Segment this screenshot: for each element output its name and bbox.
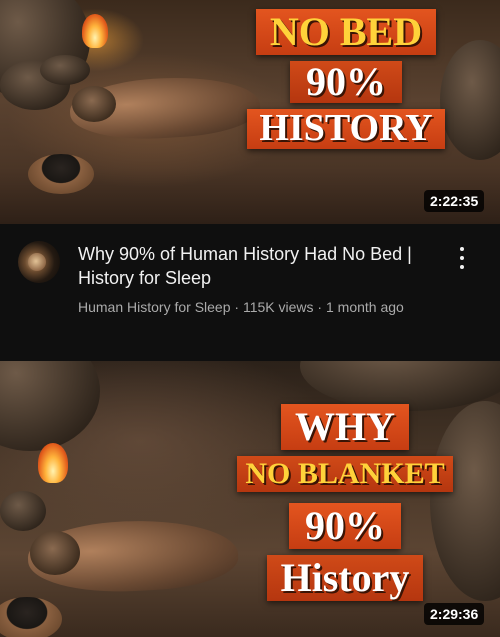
- thumbnail-line-2: 90%: [290, 61, 402, 103]
- duration-badge: 2:29:36: [424, 603, 485, 625]
- video-thumbnail[interactable]: WHY NO BLANKET 90% History 2:29:36: [0, 361, 500, 637]
- thumbnail-line-3: 90%: [289, 502, 401, 549]
- video-metadata: Human History for Sleep · 115K views · 1…: [78, 299, 404, 315]
- thumbnail-text: HISTORY: [259, 107, 433, 149]
- thumbnail-text: NO BLANKET: [245, 457, 445, 490]
- video-title[interactable]: Why 90% of Human History Had No Bed | Hi…: [78, 242, 438, 290]
- separator: ·: [317, 299, 323, 315]
- video-thumbnail[interactable]: NO BED 90% HISTORY 2:22:35: [0, 0, 500, 224]
- avatar-image: [28, 253, 46, 271]
- duration-badge: 2:22:35: [424, 190, 485, 212]
- thumbnail-text: NO BED: [269, 9, 423, 54]
- separator: ·: [234, 299, 240, 315]
- thumbnail-text: WHY: [295, 404, 395, 449]
- video-details: Why 90% of Human History Had No Bed | Hi…: [0, 224, 500, 361]
- thumbnail-line-1: NO BED: [255, 9, 437, 55]
- thumbnail-line-2: NO BLANKET: [237, 456, 453, 492]
- thumbnail-title-overlay: WHY NO BLANKET 90% History: [228, 401, 462, 604]
- thumbnail-line-3: HISTORY: [247, 107, 445, 149]
- channel-name[interactable]: Human History for Sleep: [78, 299, 231, 315]
- thumbnail-line-4: History: [266, 554, 424, 601]
- thumbnail-text: 90%: [306, 59, 386, 104]
- thumbnail-line-1: WHY: [281, 404, 409, 450]
- channel-avatar[interactable]: [18, 241, 60, 283]
- thumbnail-text: 90%: [305, 502, 385, 548]
- thumbnail-text: History: [280, 554, 410, 600]
- view-count: 115K views: [242, 299, 314, 315]
- more-vert-icon[interactable]: [452, 244, 472, 272]
- thumbnail-title-overlay: NO BED 90% HISTORY: [236, 6, 456, 152]
- upload-age: 1 month ago: [325, 299, 404, 315]
